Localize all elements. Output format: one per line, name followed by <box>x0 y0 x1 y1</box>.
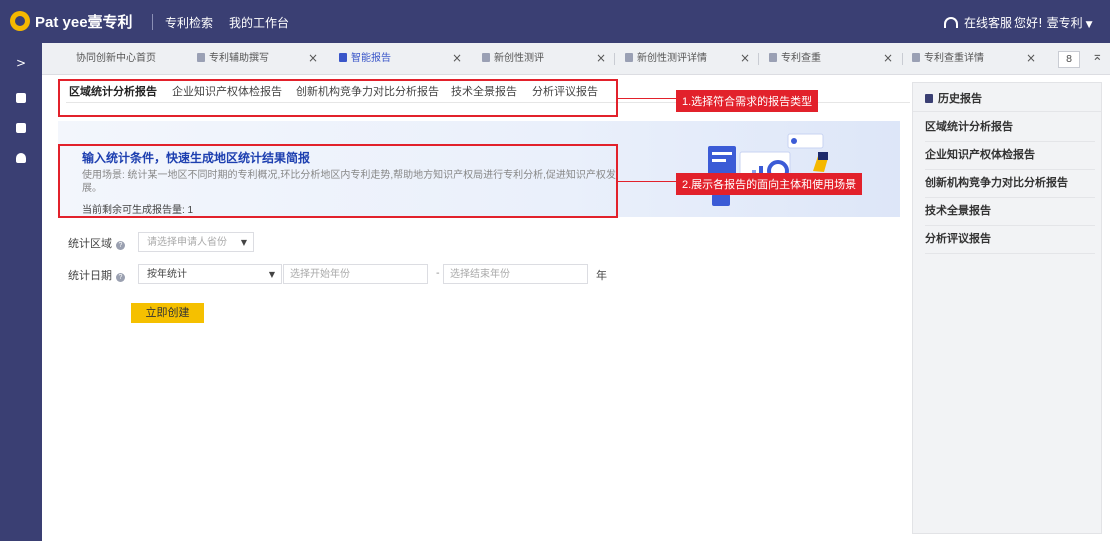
chevron-right-icon: > <box>15 56 27 70</box>
start-year-input[interactable]: 选择开始年份 <box>283 264 428 284</box>
patyee-logo-icon <box>10 11 30 31</box>
tab-patent-writing[interactable]: 专利辅助撰写 <box>197 43 269 74</box>
tab-divider <box>902 53 903 65</box>
tab-divider <box>614 53 615 65</box>
collapse-up-icon[interactable]: ⌅ <box>1092 49 1103 64</box>
report-icon <box>339 53 347 62</box>
sidebar-item-user[interactable] <box>0 143 42 173</box>
callout-line <box>618 98 678 99</box>
analytics-illustration <box>690 133 830 206</box>
tab-home[interactable]: 协同创新中心首页 <box>76 43 156 74</box>
user-menu[interactable]: 您好! 壹专利 ▼ <box>1014 14 1093 31</box>
tab-label: 专利辅助撰写 <box>209 53 269 64</box>
range-dash: - <box>436 268 440 279</box>
greeting-label: 您好! 壹专利 <box>1014 16 1083 30</box>
tab-label: 新创性测评 <box>494 53 544 64</box>
close-icon[interactable]: × <box>596 43 606 74</box>
document-icon <box>625 53 633 62</box>
year-unit: 年 <box>596 269 607 282</box>
user-icon <box>16 153 26 163</box>
history-item-evaluation[interactable]: 分析评议报告 <box>925 226 1095 254</box>
help-icon[interactable]: ? <box>116 241 125 250</box>
history-item-competitiveness[interactable]: 创新机构竞争力对比分析报告 <box>925 170 1095 198</box>
left-sidebar: > <box>0 43 42 541</box>
callout-scenario: 2.展示各报告的面向主体和使用场景 <box>676 173 863 195</box>
history-divider <box>913 111 1101 112</box>
sidebar-item-report[interactable] <box>0 113 42 143</box>
close-icon[interactable]: × <box>1026 43 1036 74</box>
document-icon <box>769 53 777 62</box>
history-item-technology[interactable]: 技术全景报告 <box>925 198 1095 226</box>
tab-label: 专利查重详情 <box>924 53 984 64</box>
tab-smart-report[interactable]: 智能报告 <box>339 43 391 74</box>
chevron-down-icon: ▼ <box>1085 20 1093 30</box>
top-navbar: Pat yee壹专利 专利检索 我的工作台 在线客服 您好! 壹专利 ▼ <box>0 0 1110 43</box>
tabs-highlight-box <box>58 79 618 117</box>
create-now-button[interactable]: 立即创建 <box>131 303 204 323</box>
document-icon <box>482 53 490 62</box>
sidebar-item-inbox[interactable] <box>0 83 42 113</box>
history-item-enterprise[interactable]: 企业知识产权体检报告 <box>925 142 1095 170</box>
tab-label: 智能报告 <box>351 53 391 64</box>
date-mode-value: 按年统计 <box>147 269 187 280</box>
close-icon[interactable]: × <box>452 43 462 74</box>
close-icon[interactable]: × <box>740 43 750 74</box>
tab-novelty-detail[interactable]: 新创性测评详情 <box>625 43 707 74</box>
caret-down-icon: ▼ <box>268 270 275 279</box>
online-service-button[interactable]: 在线客服 <box>944 14 1012 31</box>
online-service-label: 在线客服 <box>964 16 1013 30</box>
callout-report-type: 1.选择符合需求的报告类型 <box>676 90 819 112</box>
caret-down-icon: ▼ <box>240 238 247 247</box>
close-icon[interactable]: × <box>883 43 893 74</box>
end-year-input[interactable]: 选择结束年份 <box>443 264 588 284</box>
report-icon <box>16 123 26 133</box>
banner-highlight-box <box>58 144 618 218</box>
inbox-icon <box>16 93 26 103</box>
history-icon <box>925 94 933 103</box>
tab-label: 专利查重 <box>781 53 821 64</box>
document-icon <box>197 53 205 62</box>
expand-sidebar-button[interactable]: > <box>0 48 42 78</box>
tab-duplicate-detail[interactable]: 专利查重详情 <box>912 43 984 74</box>
nav-my-workbench[interactable]: 我的工作台 <box>229 14 289 31</box>
history-title: 历史报告 <box>925 90 982 106</box>
history-item-regional[interactable]: 区域统计分析报告 <box>925 114 1095 142</box>
logo-text[interactable]: Pat yee壹专利 <box>35 11 133 32</box>
nav-patent-search[interactable]: 专利检索 <box>165 14 213 31</box>
tab-count-badge[interactable]: 8 <box>1058 51 1080 68</box>
tab-divider <box>758 53 759 65</box>
tab-novelty-test[interactable]: 新创性测评 <box>482 43 544 74</box>
logo-divider <box>152 14 153 30</box>
tab-label: 新创性测评详情 <box>637 53 707 64</box>
region-label: 统计区域? <box>68 235 125 251</box>
callout-line <box>618 181 678 182</box>
date-mode-select[interactable]: 按年统计 ▼ <box>138 264 282 284</box>
date-label: 统计日期? <box>68 267 125 283</box>
close-icon[interactable]: × <box>308 43 318 74</box>
history-panel: 历史报告 区域统计分析报告 企业知识产权体检报告 创新机构竞争力对比分析报告 技… <box>912 82 1102 534</box>
tab-bar: 协同创新中心首页 专利辅助撰写 × 智能报告 × 新创性测评 × 新创性测评详情… <box>42 43 1110 75</box>
region-select[interactable]: 请选择申请人省份 ▼ <box>138 232 254 252</box>
tab-patent-duplicate[interactable]: 专利查重 <box>769 43 821 74</box>
headset-icon <box>944 17 958 28</box>
document-icon <box>912 53 920 62</box>
region-placeholder: 请选择申请人省份 <box>147 237 227 248</box>
help-icon[interactable]: ? <box>116 273 125 282</box>
